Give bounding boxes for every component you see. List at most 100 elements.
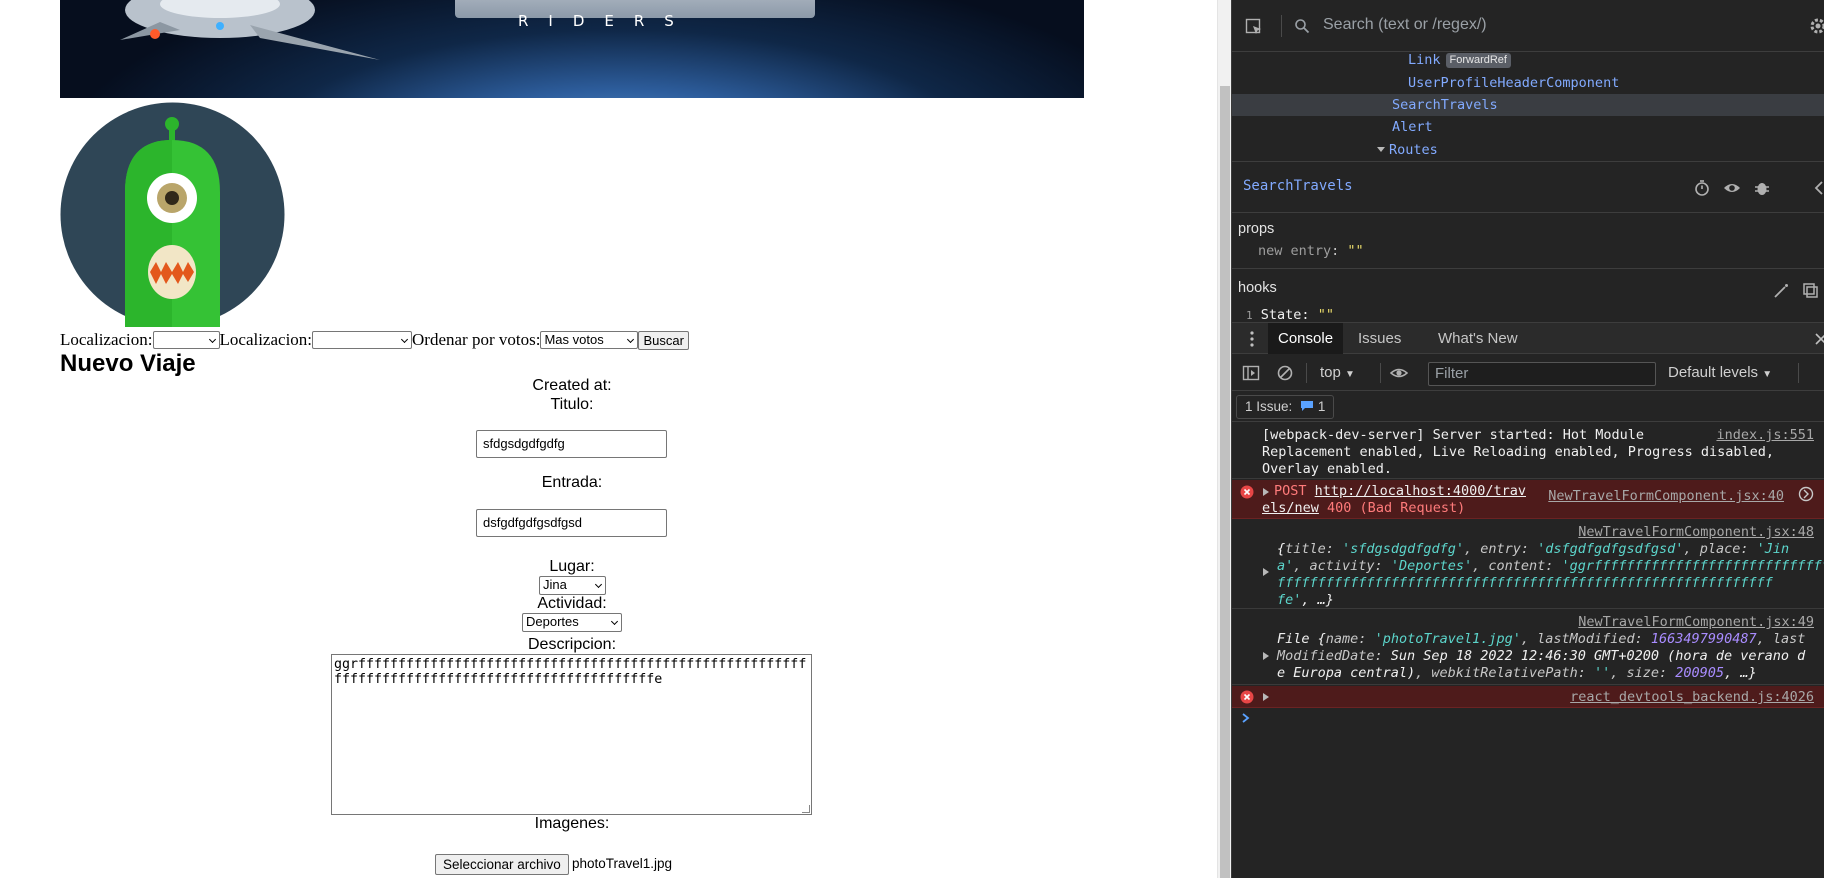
modified-date-cont: e Europa central) — [1277, 665, 1416, 681]
object-preview[interactable]: {title: 'sfdgsdgdfgdfg', entry: 'dsfgdfg… — [1277, 541, 1824, 609]
last-modified: 1663497990487 — [1650, 631, 1757, 647]
search-button[interactable]: Buscar — [638, 330, 689, 350]
log-levels-label: Default levels — [1668, 364, 1759, 381]
tree-item-label: SearchTravels — [1392, 97, 1498, 113]
console-prompt-icon[interactable] — [1240, 712, 1252, 724]
expand-triangle-icon[interactable] — [1263, 693, 1269, 701]
lugar-select[interactable]: Jina — [539, 576, 606, 595]
obj-more: , …} — [1301, 592, 1334, 608]
source-link[interactable]: NewTravelFormComponent.jsx:49 — [1578, 614, 1814, 631]
prop-row[interactable]: new entry: "" — [1258, 243, 1364, 259]
request-url[interactable]: http://localhost:4000/trav — [1315, 483, 1526, 499]
source-link[interactable]: NewTravelFormComponent.jsx:48 — [1578, 524, 1814, 541]
tree-item-searchtravels[interactable]: SearchTravels — [1232, 94, 1824, 116]
tab-console[interactable]: Console — [1268, 323, 1344, 354]
message-icon — [1301, 401, 1314, 411]
eye-icon[interactable] — [1723, 179, 1741, 197]
hooks-title: hooks — [1238, 280, 1277, 296]
location-label: Localizacion: — [60, 330, 153, 349]
search-filters: Localizacion: Localizacion: Ordenar por … — [60, 330, 689, 350]
descripcion-textarea[interactable]: ggrfffffffffffffffffffffffffffffffffffff… — [331, 654, 812, 815]
error-icon — [1240, 690, 1254, 704]
header-banner: RIDERS — [60, 0, 1084, 98]
tab-issues[interactable]: Issues — [1348, 323, 1411, 354]
scrollbar-thumb[interactable] — [1220, 86, 1230, 878]
hook-value[interactable]: "" — [1318, 307, 1334, 322]
obj-place-cont: a' — [1277, 558, 1294, 574]
source-link[interactable]: NewTravelFormComponent.jsx:40 — [1548, 488, 1784, 505]
source-link[interactable]: react_devtools_backend.js:4026 — [1570, 689, 1814, 706]
inspect-element-icon[interactable] — [1245, 18, 1263, 36]
obj-title: 'sfdgsdgdfgdfg' — [1342, 541, 1464, 557]
descripcion-label: Descripcion: — [527, 636, 617, 653]
more-options-icon[interactable] — [1250, 331, 1254, 347]
gear-icon[interactable] — [1809, 17, 1824, 35]
tree-item-routes[interactable]: Routes — [1377, 139, 1438, 161]
expand-triangle-icon[interactable] — [1263, 488, 1269, 496]
expand-triangle-icon[interactable] — [1263, 568, 1269, 576]
entrada-input[interactable]: dsfgdfgdfgsdfgsd — [476, 509, 667, 537]
order-by-votes-label: Ordenar por votos: — [412, 330, 541, 349]
page-scrollbar[interactable] — [1217, 0, 1231, 878]
lugar-label: Lugar: — [549, 558, 595, 575]
entrada-label: Entrada: — [541, 474, 603, 491]
titulo-label: Titulo: — [550, 396, 594, 413]
order-by-votes-select[interactable]: Mas votos — [540, 331, 639, 349]
source-link[interactable]: index.js:551 — [1716, 427, 1814, 444]
actividad-select[interactable]: Deportes — [522, 613, 622, 632]
bug-icon[interactable] — [1753, 179, 1771, 197]
obj-content: 'ggrfffffffffffffffffffffffffffffff — [1561, 558, 1824, 574]
collapse-triangle-icon[interactable] — [1377, 147, 1385, 152]
components-search-bar: Search (text or /regex/) — [1232, 0, 1824, 52]
tree-item-link[interactable]: Link ForwardRef — [1408, 49, 1511, 71]
log-text: els/new 400 (Bad Request) — [1262, 500, 1465, 517]
issues-counter-button[interactable]: 1 Issue: 1 — [1236, 395, 1335, 419]
separator — [1306, 363, 1307, 383]
hook-row[interactable]: 1 State: "" — [1246, 307, 1334, 322]
obj-place: 'Jin — [1756, 541, 1790, 557]
obj-content-end: fe' — [1277, 592, 1302, 608]
selected-component-name: SearchTravels — [1243, 178, 1353, 194]
console-object-message: NewTravelFormComponent.jsx:48 {title: 's… — [1232, 520, 1824, 609]
file-name: 'photoTravel1.jpg' — [1374, 631, 1521, 647]
magic-wand-icon[interactable] — [1772, 282, 1790, 300]
tree-item-label: Link — [1408, 52, 1441, 68]
descripcion-text: ggrfffffffffffffffffffffffffffffffffffff… — [334, 657, 807, 687]
console-filter-input[interactable]: Filter — [1428, 362, 1656, 386]
forwardref-badge: ForwardRef — [1445, 53, 1511, 68]
tree-item-userprofileheader[interactable]: UserProfileHeaderComponent — [1408, 72, 1619, 94]
stopwatch-icon[interactable] — [1693, 179, 1711, 197]
request-url-cont[interactable]: els/new — [1262, 500, 1319, 516]
context-select[interactable]: top ▼ — [1320, 364, 1355, 381]
resize-handle[interactable] — [802, 805, 810, 813]
log-levels-select[interactable]: Default levels ▼ — [1668, 364, 1772, 381]
search-icon — [1295, 19, 1310, 34]
eye-icon[interactable] — [1390, 364, 1408, 382]
copy-icon[interactable] — [1802, 282, 1820, 300]
context-value: top — [1320, 364, 1341, 381]
actividad-label: Actividad: — [537, 595, 607, 612]
tree-item-alert[interactable]: Alert — [1392, 116, 1433, 138]
prop-value[interactable]: "" — [1347, 243, 1363, 259]
close-icon[interactable] — [1814, 332, 1824, 346]
clear-console-icon[interactable] — [1276, 364, 1294, 382]
replay-icon[interactable] — [1798, 486, 1814, 502]
titulo-input[interactable]: sfdgsdgdfgdfg — [476, 430, 667, 458]
alien-avatar — [60, 102, 285, 327]
tab-whats-new[interactable]: What's New — [1428, 323, 1528, 354]
obj-content-cont: ffffffffffffffffffffffffffffffffffffffff… — [1277, 575, 1773, 591]
sidebar-toggle-icon[interactable] — [1242, 364, 1260, 382]
selected-component-header: SearchTravels — [1232, 161, 1824, 213]
choose-file-button[interactable]: Seleccionar archivo — [435, 854, 569, 875]
expand-triangle-icon[interactable] — [1263, 652, 1269, 660]
location-select-2[interactable] — [312, 331, 413, 349]
hook-key: State: — [1260, 307, 1310, 322]
chevron-left-icon[interactable] — [1810, 179, 1824, 197]
component-search-input[interactable]: Search (text or /regex/) — [1323, 16, 1487, 34]
tree-item-label: Routes — [1389, 142, 1438, 158]
log-line: Overlay enabled. — [1262, 461, 1393, 477]
location-select[interactable] — [152, 331, 220, 349]
object-preview[interactable]: File {name: 'photoTravel1.jpg', lastModi… — [1277, 631, 1805, 682]
separator — [1798, 363, 1799, 383]
devtools-panel: Search (text or /regex/) Link ForwardRef … — [1232, 0, 1824, 878]
